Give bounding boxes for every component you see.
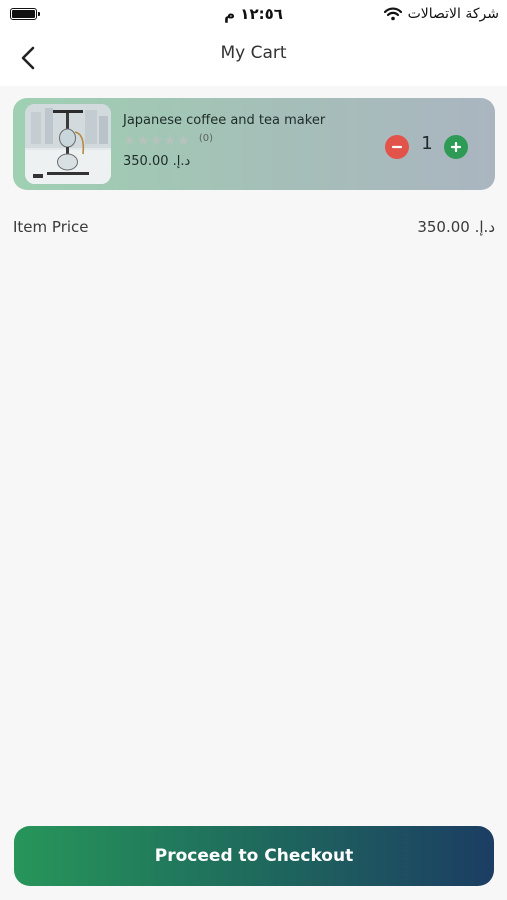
wifi-icon (383, 7, 402, 21)
item-price-row: Item Price د.إ. 350.00 (13, 218, 495, 240)
rating: ★ ★ ★ ★ ★ (0) (123, 132, 213, 149)
star-icon: ★ (163, 133, 177, 149)
minus-icon (391, 145, 403, 149)
product-name[interactable]: Japanese coffee and tea maker (123, 113, 325, 128)
star-icon: ★ (177, 133, 190, 149)
item-price-label: Item Price (13, 218, 89, 236)
plus-icon (450, 141, 462, 153)
header: My Cart (0, 30, 507, 86)
product-price: د.إ. 350.00 (123, 154, 191, 169)
proceed-to-checkout-button[interactable]: Proceed to Checkout (14, 826, 494, 886)
star-icon: ★ (150, 133, 163, 149)
star-icon: ★ (136, 133, 150, 149)
status-right: شركة الاتصالات (383, 5, 499, 23)
increase-quantity-button[interactable] (444, 135, 468, 159)
cart-item[interactable]: Japanese coffee and tea maker ★ ★ ★ ★ ★ … (13, 98, 495, 190)
rating-count: (0) (198, 132, 213, 144)
star-icon: ★ (123, 133, 136, 149)
coffee-maker-image (25, 104, 111, 184)
carrier-name: شركة الاتصالات (407, 6, 499, 22)
item-price-value: د.إ. 350.00 (417, 218, 495, 236)
decrease-quantity-button[interactable] (385, 135, 409, 159)
quantity-value: 1 (421, 133, 433, 154)
status-bar: ١٢:٥٦ م شركة الاتصالات (0, 0, 507, 30)
page-title: My Cart (220, 43, 287, 63)
product-image[interactable] (25, 104, 111, 184)
